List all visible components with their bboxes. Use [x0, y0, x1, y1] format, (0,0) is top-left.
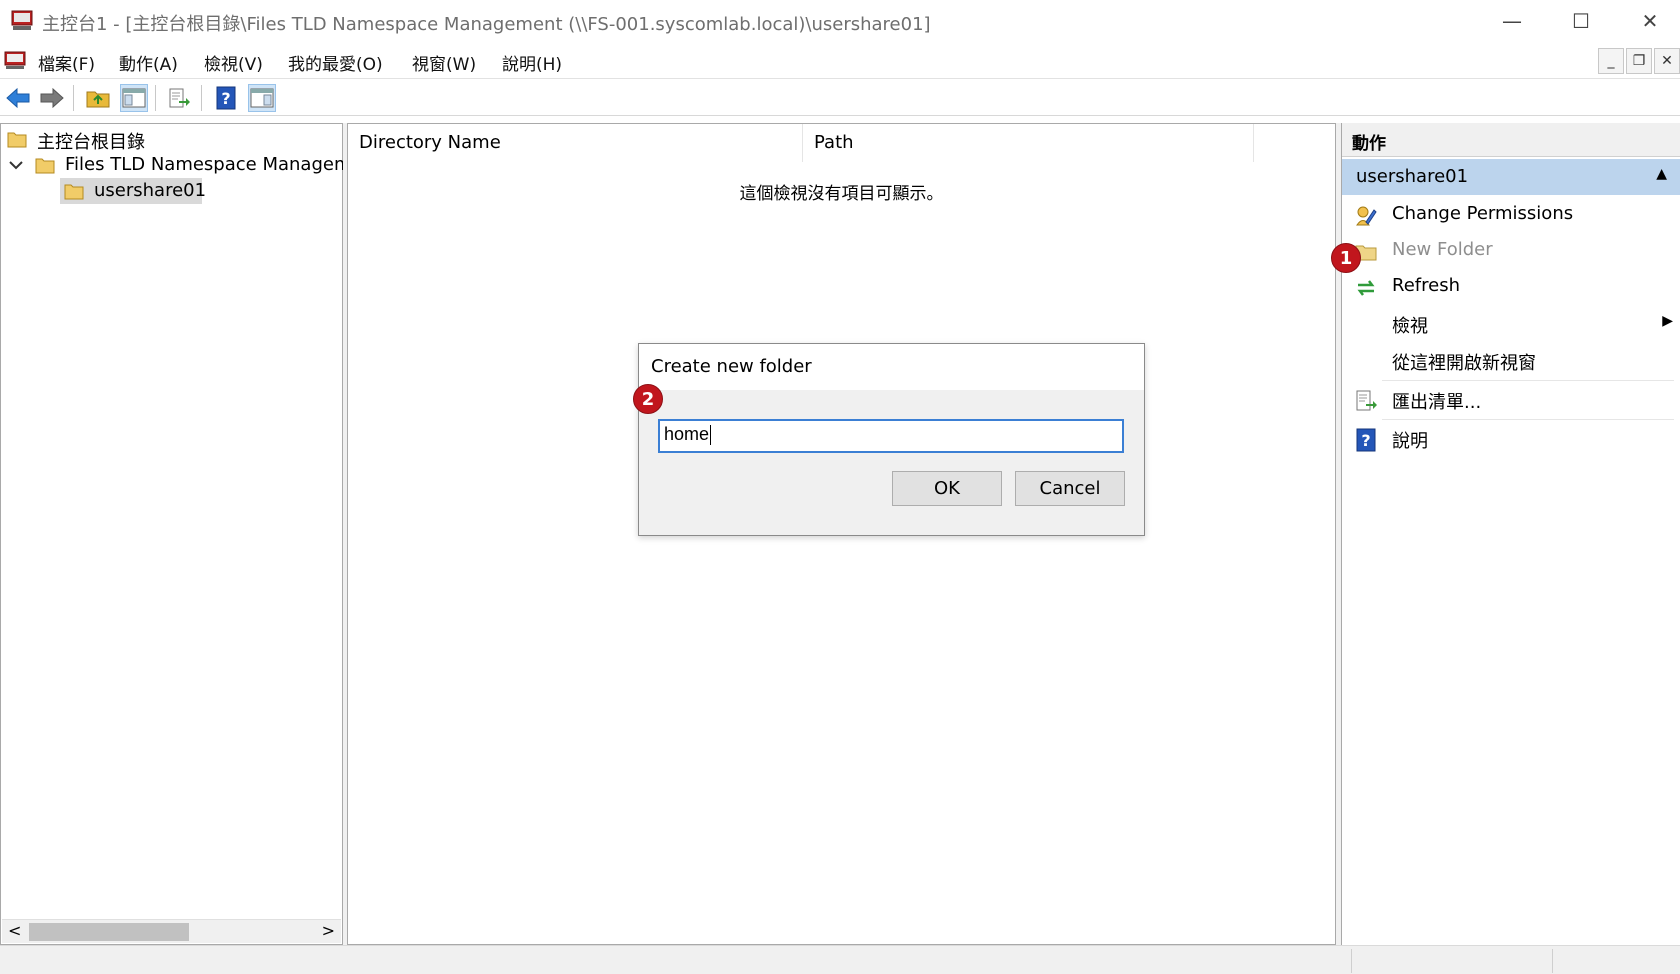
column-header-directory-name[interactable]: Directory Name	[348, 124, 803, 162]
help-icon: ?	[216, 86, 236, 110]
action-pane-icon	[250, 88, 274, 108]
folder-name-value: home	[664, 424, 710, 444]
actions-header: 動作	[1342, 123, 1680, 157]
annotation-badge-2: 2	[633, 384, 663, 414]
folder-icon	[64, 184, 84, 200]
export-icon	[169, 88, 190, 108]
back-arrow-icon	[6, 87, 30, 109]
window-title: 主控台1 - [主控台根目錄\Files TLD Namespace Manag…	[42, 14, 931, 35]
action-help[interactable]: ? 說明	[1342, 421, 1680, 457]
console-window-icon[interactable]	[4, 49, 26, 71]
chevron-down-icon[interactable]	[9, 160, 23, 170]
collapse-up-icon[interactable]: ▲	[1656, 166, 1667, 182]
action-new-window-from-here[interactable]: 從這裡開啟新視窗	[1342, 343, 1680, 379]
svg-text:?: ?	[221, 89, 230, 108]
status-bar	[0, 945, 1680, 974]
scroll-right-arrow[interactable]: >	[322, 921, 335, 940]
create-folder-dialog: Create new folder home OK Cancel	[638, 343, 1145, 536]
tree-node-label: 主控台根目錄	[37, 132, 145, 153]
help-icon: ?	[1356, 428, 1376, 452]
action-label: 從這裡開啟新視窗	[1392, 353, 1536, 374]
forward-arrow-icon	[40, 87, 64, 109]
permissions-icon	[1356, 206, 1377, 226]
tree-node-usershare01[interactable]: usershare01	[60, 178, 206, 204]
action-view[interactable]: 檢視 ▶	[1342, 306, 1680, 342]
menu-favorites[interactable]: 我的最愛(O)	[288, 50, 383, 75]
tree-node-label: usershare01	[94, 180, 207, 201]
text-caret	[710, 425, 712, 446]
action-change-permissions[interactable]: Change Permissions	[1342, 197, 1680, 233]
tree-node-label: Files TLD Namespace Managem	[65, 154, 352, 175]
status-divider	[1351, 949, 1352, 973]
ok-button[interactable]: OK	[892, 471, 1002, 506]
minimize-button[interactable]: —	[1492, 6, 1532, 36]
actions-pane: 動作 usershare01 ▲ Change Permissions New …	[1341, 123, 1680, 945]
submenu-arrow-icon: ▶	[1662, 313, 1673, 329]
show-hide-action-pane-button[interactable]	[248, 84, 276, 112]
annotation-badge-1: 1	[1331, 243, 1361, 273]
actions-section-usershare01[interactable]: usershare01 ▲	[1342, 159, 1680, 195]
action-label: New Folder	[1392, 239, 1493, 260]
menu-help[interactable]: 說明(H)	[502, 50, 562, 75]
toolbar-separator	[73, 85, 74, 111]
action-label: Change Permissions	[1392, 203, 1574, 224]
up-one-level-button[interactable]	[84, 84, 112, 112]
mmc-app-icon	[11, 10, 33, 30]
folder-icon	[7, 132, 27, 148]
scrollbar-thumb[interactable]	[29, 923, 189, 941]
actions-separator	[1382, 419, 1674, 420]
console-tree-icon	[122, 88, 146, 108]
dialog-title: Create new folder	[639, 344, 1144, 390]
tree-node-namespace[interactable]: Files TLD Namespace Managem	[1, 152, 352, 178]
show-hide-tree-button[interactable]	[120, 84, 148, 112]
title-bar: 主控台1 - [主控台根目錄\Files TLD Namespace Manag…	[0, 0, 1680, 44]
toolbar-separator	[201, 85, 202, 111]
menu-file[interactable]: 檔案(F)	[38, 50, 95, 75]
action-new-folder[interactable]: New Folder	[1342, 233, 1680, 269]
column-header-path[interactable]: Path	[803, 124, 1254, 162]
folder-name-input[interactable]: home	[658, 419, 1124, 453]
status-divider	[1552, 949, 1553, 973]
action-label: 匯出清單...	[1392, 392, 1482, 413]
empty-list-message: 這個檢視沒有項目可顯示。	[739, 184, 944, 204]
menu-view[interactable]: 檢視(V)	[204, 50, 263, 75]
maximize-button[interactable]: ☐	[1561, 6, 1601, 36]
scroll-left-arrow[interactable]: <	[8, 921, 21, 940]
child-restore-button[interactable]: ❐	[1626, 48, 1652, 74]
folder-up-icon	[86, 91, 110, 108]
toolbar-separator	[155, 85, 156, 111]
menu-window[interactable]: 視窗(W)	[412, 50, 476, 75]
svg-text:?: ?	[1361, 431, 1370, 450]
horizontal-scrollbar[interactable]: < >	[2, 919, 341, 943]
help-toolbar-button[interactable]: ?	[212, 84, 240, 112]
child-minimize-button[interactable]: _	[1598, 48, 1624, 74]
refresh-icon	[1357, 280, 1375, 296]
console-tree-pane: 主控台根目錄 Files TLD Namespace Managem users…	[0, 123, 352, 945]
export-list-icon	[1356, 390, 1377, 411]
toolbar: ?	[0, 78, 1680, 116]
action-refresh[interactable]: Refresh	[1342, 269, 1680, 305]
action-label: 檢視	[1392, 316, 1428, 337]
folder-icon	[35, 158, 55, 174]
tree-node-console-root[interactable]: 主控台根目錄	[1, 126, 342, 153]
export-list-button[interactable]	[165, 84, 193, 112]
actions-separator	[1382, 380, 1674, 381]
menu-action[interactable]: 動作(A)	[119, 50, 178, 75]
menu-bar: 檔案(F) 動作(A) 檢視(V) 我的最愛(O) 視窗(W) 說明(H) _ …	[0, 44, 1680, 78]
section-label: usershare01	[1356, 166, 1469, 187]
back-button[interactable]	[4, 84, 32, 112]
close-button[interactable]: ✕	[1630, 6, 1670, 36]
action-label: Refresh	[1392, 275, 1460, 296]
forward-button[interactable]	[38, 84, 66, 112]
action-label: 說明	[1392, 431, 1428, 452]
child-close-button[interactable]: ✕	[1654, 48, 1680, 74]
action-export-list[interactable]: 匯出清單...	[1342, 382, 1680, 418]
cancel-button[interactable]: Cancel	[1015, 471, 1125, 506]
